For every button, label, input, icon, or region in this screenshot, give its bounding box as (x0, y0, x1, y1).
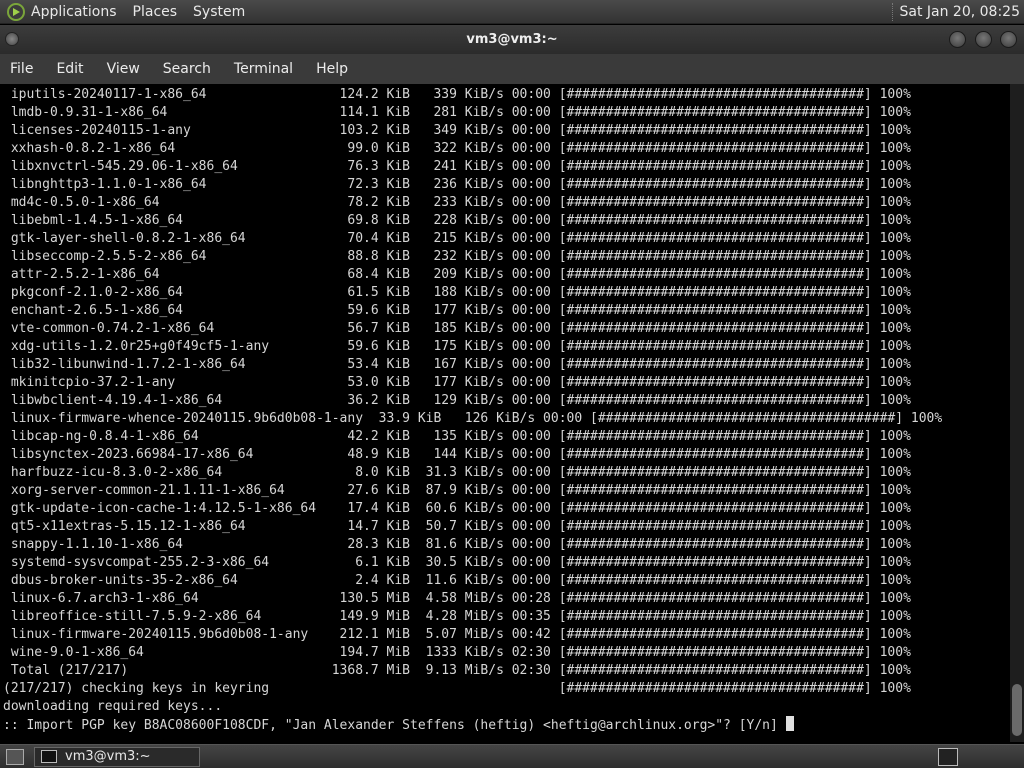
terminal-line: gtk-layer-shell-0.8.2-1-x86_64 70.4 KiB … (3, 231, 911, 246)
terminal-line: md4c-0.5.0-1-x86_64 78.2 KiB 233 KiB/s 0… (3, 195, 911, 210)
panel-separator (891, 2, 894, 21)
menu-view[interactable]: View (107, 61, 140, 77)
clock[interactable]: Sat Jan 20, 08:25 (900, 4, 1021, 20)
terminal-line: qt5-x11extras-5.15.12-1-x86_64 14.7 KiB … (3, 519, 911, 534)
terminal-line: attr-2.5.2-1-x86_64 68.4 KiB 209 KiB/s 0… (3, 267, 911, 282)
menu-search[interactable]: Search (163, 61, 211, 77)
menu-edit[interactable]: Edit (56, 61, 83, 77)
minimize-icon[interactable] (949, 31, 966, 48)
terminal-line: lmdb-0.9.31-1-x86_64 114.1 KiB 281 KiB/s… (3, 105, 911, 120)
places-menu[interactable]: Places (133, 4, 178, 20)
terminal-line: gtk-update-icon-cache-1:4.12.5-1-x86_64 … (3, 501, 911, 516)
menu-file[interactable]: File (10, 61, 33, 77)
terminal-line: wine-9.0-1-x86_64 194.7 MiB 1333 KiB/s 0… (3, 645, 911, 660)
terminal-line: linux-firmware-whence-20240115.9b6d0b08-… (3, 411, 943, 426)
top-panel: Applications Places System Sat Jan 20, 0… (0, 0, 1024, 24)
terminal-line: linux-6.7.arch3-1-x86_64 130.5 MiB 4.58 … (3, 591, 911, 606)
workspace-switcher-icon[interactable] (938, 747, 958, 766)
terminal-line: downloading required keys... (3, 699, 223, 714)
menu-help[interactable]: Help (316, 61, 348, 77)
terminal-line: libreoffice-still-7.5.9-2-x86_64 149.9 M… (3, 609, 911, 624)
terminal-line: linux-firmware-20240115.9b6d0b08-1-any 2… (3, 627, 911, 642)
terminal-line: libseccomp-2.5.5-2-x86_64 88.8 KiB 232 K… (3, 249, 911, 264)
taskbar-window-label: vm3@vm3:~ (65, 749, 151, 764)
window-titlebar[interactable]: vm3@vm3:~ (0, 25, 1024, 54)
terminal-line: systemd-sysvcompat-255.2-3-x86_64 6.1 Ki… (3, 555, 911, 570)
terminal-line: lib32-libunwind-1.7.2-1-x86_64 53.4 KiB … (3, 357, 911, 372)
terminal-line: enchant-2.6.5-1-x86_64 59.6 KiB 177 KiB/… (3, 303, 911, 318)
menubar: File Edit View Search Terminal Help (0, 54, 1024, 84)
maximize-icon[interactable] (975, 31, 992, 48)
terminal-line: libnghttp3-1.1.0-1-x86_64 72.3 KiB 236 K… (3, 177, 911, 192)
applications-menu[interactable]: Applications (31, 4, 117, 20)
bottom-panel: vm3@vm3:~ (0, 744, 1024, 768)
menu-terminal[interactable]: Terminal (234, 61, 293, 77)
terminal-line: (217/217) checking keys in keyring [####… (3, 681, 911, 696)
terminal-line: iputils-20240117-1-x86_64 124.2 KiB 339 … (3, 87, 911, 102)
show-desktop-icon[interactable] (6, 748, 24, 765)
taskbar-window-button[interactable]: vm3@vm3:~ (34, 746, 200, 767)
close-icon[interactable] (1000, 31, 1017, 48)
terminal-line: libxnvctrl-545.29.06-1-x86_64 76.3 KiB 2… (3, 159, 911, 174)
terminal-lines: iputils-20240117-1-x86_64 124.2 KiB 339 … (3, 86, 942, 734)
terminal-line: xdg-utils-1.2.0r25+g0f49cf5-1-any 59.6 K… (3, 339, 911, 354)
terminal-line: libebml-1.4.5-1-x86_64 69.8 KiB 228 KiB/… (3, 213, 911, 228)
terminal-output[interactable]: iputils-20240117-1-x86_64 124.2 KiB 339 … (0, 84, 1010, 742)
scrollbar-thumb[interactable] (1012, 684, 1022, 736)
terminal-line: xorg-server-common-21.1.11-1-x86_64 27.6… (3, 483, 911, 498)
terminal-line: Total (217/217) 1368.7 MiB 9.13 MiB/s 02… (3, 663, 911, 678)
terminal-icon (41, 750, 57, 763)
terminal-cursor (785, 716, 794, 731)
distro-logo-icon[interactable] (7, 2, 25, 21)
terminal-line: libcap-ng-0.8.4-1-x86_64 42.2 KiB 135 Ki… (3, 429, 911, 444)
terminal-line: libwbclient-4.19.4-1-x86_64 36.2 KiB 129… (3, 393, 911, 408)
terminal-line: libsynctex-2023.66984-17-x86_64 48.9 KiB… (3, 447, 911, 462)
terminal-line: pkgconf-2.1.0-2-x86_64 61.5 KiB 188 KiB/… (3, 285, 911, 300)
terminal-line: mkinitcpio-37.2-1-any 53.0 KiB 177 KiB/s… (3, 375, 911, 390)
terminal-line: harfbuzz-icu-8.3.0-2-x86_64 8.0 KiB 31.3… (3, 465, 911, 480)
window-title: vm3@vm3:~ (466, 32, 558, 47)
terminal-line: dbus-broker-units-35-2-x86_64 2.4 KiB 11… (3, 573, 911, 588)
terminal-line: xxhash-0.8.2-1-x86_64 99.0 KiB 322 KiB/s… (3, 141, 911, 156)
terminal-line: licenses-20240115-1-any 103.2 KiB 349 Ki… (3, 123, 911, 138)
terminal-line: :: Import PGP key B8AC08600F108CDF, "Jan… (3, 716, 942, 734)
window-menu-icon[interactable] (5, 32, 19, 46)
terminal-scrollbar[interactable] (1010, 84, 1024, 742)
terminal-line: vte-common-0.74.2-1-x86_64 56.7 KiB 185 … (3, 321, 911, 336)
system-menu[interactable]: System (193, 4, 245, 20)
terminal-line: snappy-1.1.10-1-x86_64 28.3 KiB 81.6 KiB… (3, 537, 911, 552)
